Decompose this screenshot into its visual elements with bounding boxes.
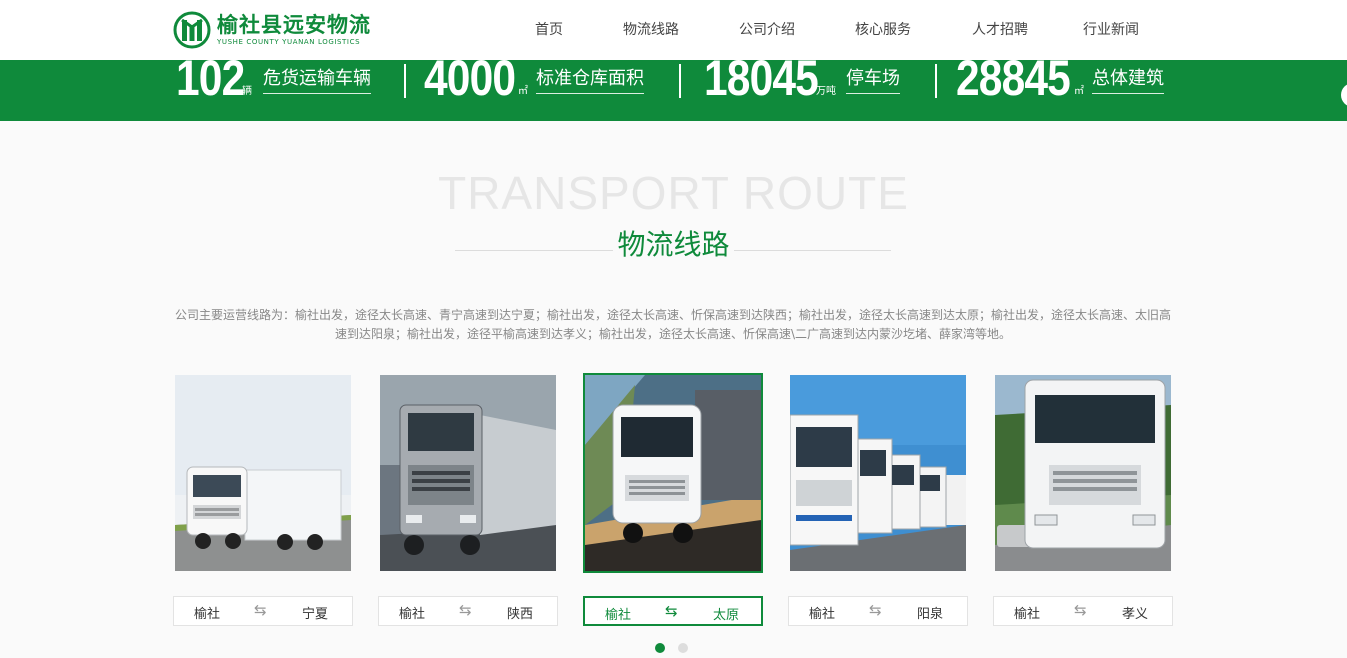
nav-item-home[interactable]: 首页 [505,0,593,60]
truck-photo [175,375,351,571]
route-from: 榆社 [809,607,836,622]
section-description: 公司主要运营线路为：榆社出发，途径太长高速、青宁高速到达宁夏；榆社出发，途径太长… [174,308,1171,341]
route-to: 孝义 [1122,607,1149,622]
bidirectional-arrow-icon: ⇆ [459,601,472,619]
section-title-en: TRANSPORT ROUTE [438,167,909,219]
route-label-shaanxi[interactable]: 榆社 ⇆ 陕西 [378,596,558,626]
stat-divider [935,64,937,98]
stat-unit: ㎡ [518,86,528,97]
nav-item-about[interactable]: 公司介绍 [709,0,825,60]
route-label-ningxia[interactable]: 榆社 ⇆ 宁夏 [173,596,353,626]
route-from: 榆社 [399,607,426,622]
bidirectional-arrow-icon: ⇆ [1074,601,1087,619]
stat-unit: 万吨 [816,86,836,97]
route-label-taiyuan[interactable]: 榆社 ⇆ 太原 [583,596,763,626]
logo-name-cn: 榆社县远安物流 [217,13,371,37]
section-title-cn: 物流线路 [613,228,734,261]
route-label-xiaoyi[interactable]: 榆社 ⇆ 孝义 [993,596,1173,626]
stats-band: 102 辆 危货运输车辆 4000 ㎡ 标准仓库面积 18045 万吨 停车场 … [0,60,1347,121]
carousel-dot-2[interactable] [678,643,688,653]
stat-label: 标准仓库面积 [536,64,644,94]
route-from: 榆社 [605,608,632,623]
nav-item-routes[interactable]: 物流线路 [593,0,709,60]
stat-divider [679,64,681,98]
stat-number: 102 [176,60,245,106]
stat-divider [404,64,406,98]
route-to: 宁夏 [302,607,329,622]
truck-photo [995,375,1171,571]
route-to: 太原 [713,608,740,623]
stat-label: 危货运输车辆 [263,64,371,94]
bidirectional-arrow-icon: ⇆ [665,602,678,620]
stat-number: 4000 [424,60,516,106]
route-image-1[interactable] [175,375,351,571]
route-from: 榆社 [194,607,221,622]
main-nav: 首页 物流线路 公司介绍 核心服务 人才招聘 行业新闻 [505,0,1163,60]
truck-photo [790,375,966,571]
stat-number: 28845 [956,60,1071,106]
site-header: 榆社县远安物流 YUSHE COUNTY YUANAN LOGISTICS 首页… [0,0,1347,60]
section-title-cn-wrap: 物流线路 [0,223,1347,263]
stat-label: 停车场 [846,64,900,94]
nav-item-careers[interactable]: 人才招聘 [941,0,1059,60]
carousel-dot-1[interactable] [655,643,665,653]
route-image-3[interactable] [583,373,763,573]
route-from: 榆社 [1014,607,1041,622]
bidirectional-arrow-icon: ⇆ [254,601,267,619]
stat-number: 18045 [704,60,819,106]
logo-name-en: YUSHE COUNTY YUANAN LOGISTICS [217,38,361,46]
logo-mark-icon [173,11,211,49]
route-to: 陕西 [507,607,534,622]
site-logo[interactable]: 榆社县远安物流 YUSHE COUNTY YUANAN LOGISTICS [173,11,371,49]
nav-item-services[interactable]: 核心服务 [825,0,941,60]
route-label-yangquan[interactable]: 榆社 ⇆ 阳泉 [788,596,968,626]
route-image-2[interactable] [380,375,556,571]
stat-label: 总体建筑 [1092,64,1164,94]
stat-unit: 辆 [242,86,252,97]
bidirectional-arrow-icon: ⇆ [869,601,882,619]
route-image-5[interactable] [995,375,1171,571]
truck-photo [380,375,556,571]
carousel-pagination [655,643,701,653]
side-float-button[interactable] [1341,83,1347,107]
truck-photo [585,375,761,571]
stat-unit: ㎡ [1074,86,1084,97]
route-image-4[interactable] [790,375,966,571]
nav-item-news[interactable]: 行业新闻 [1059,0,1163,60]
route-to: 阳泉 [917,607,944,622]
